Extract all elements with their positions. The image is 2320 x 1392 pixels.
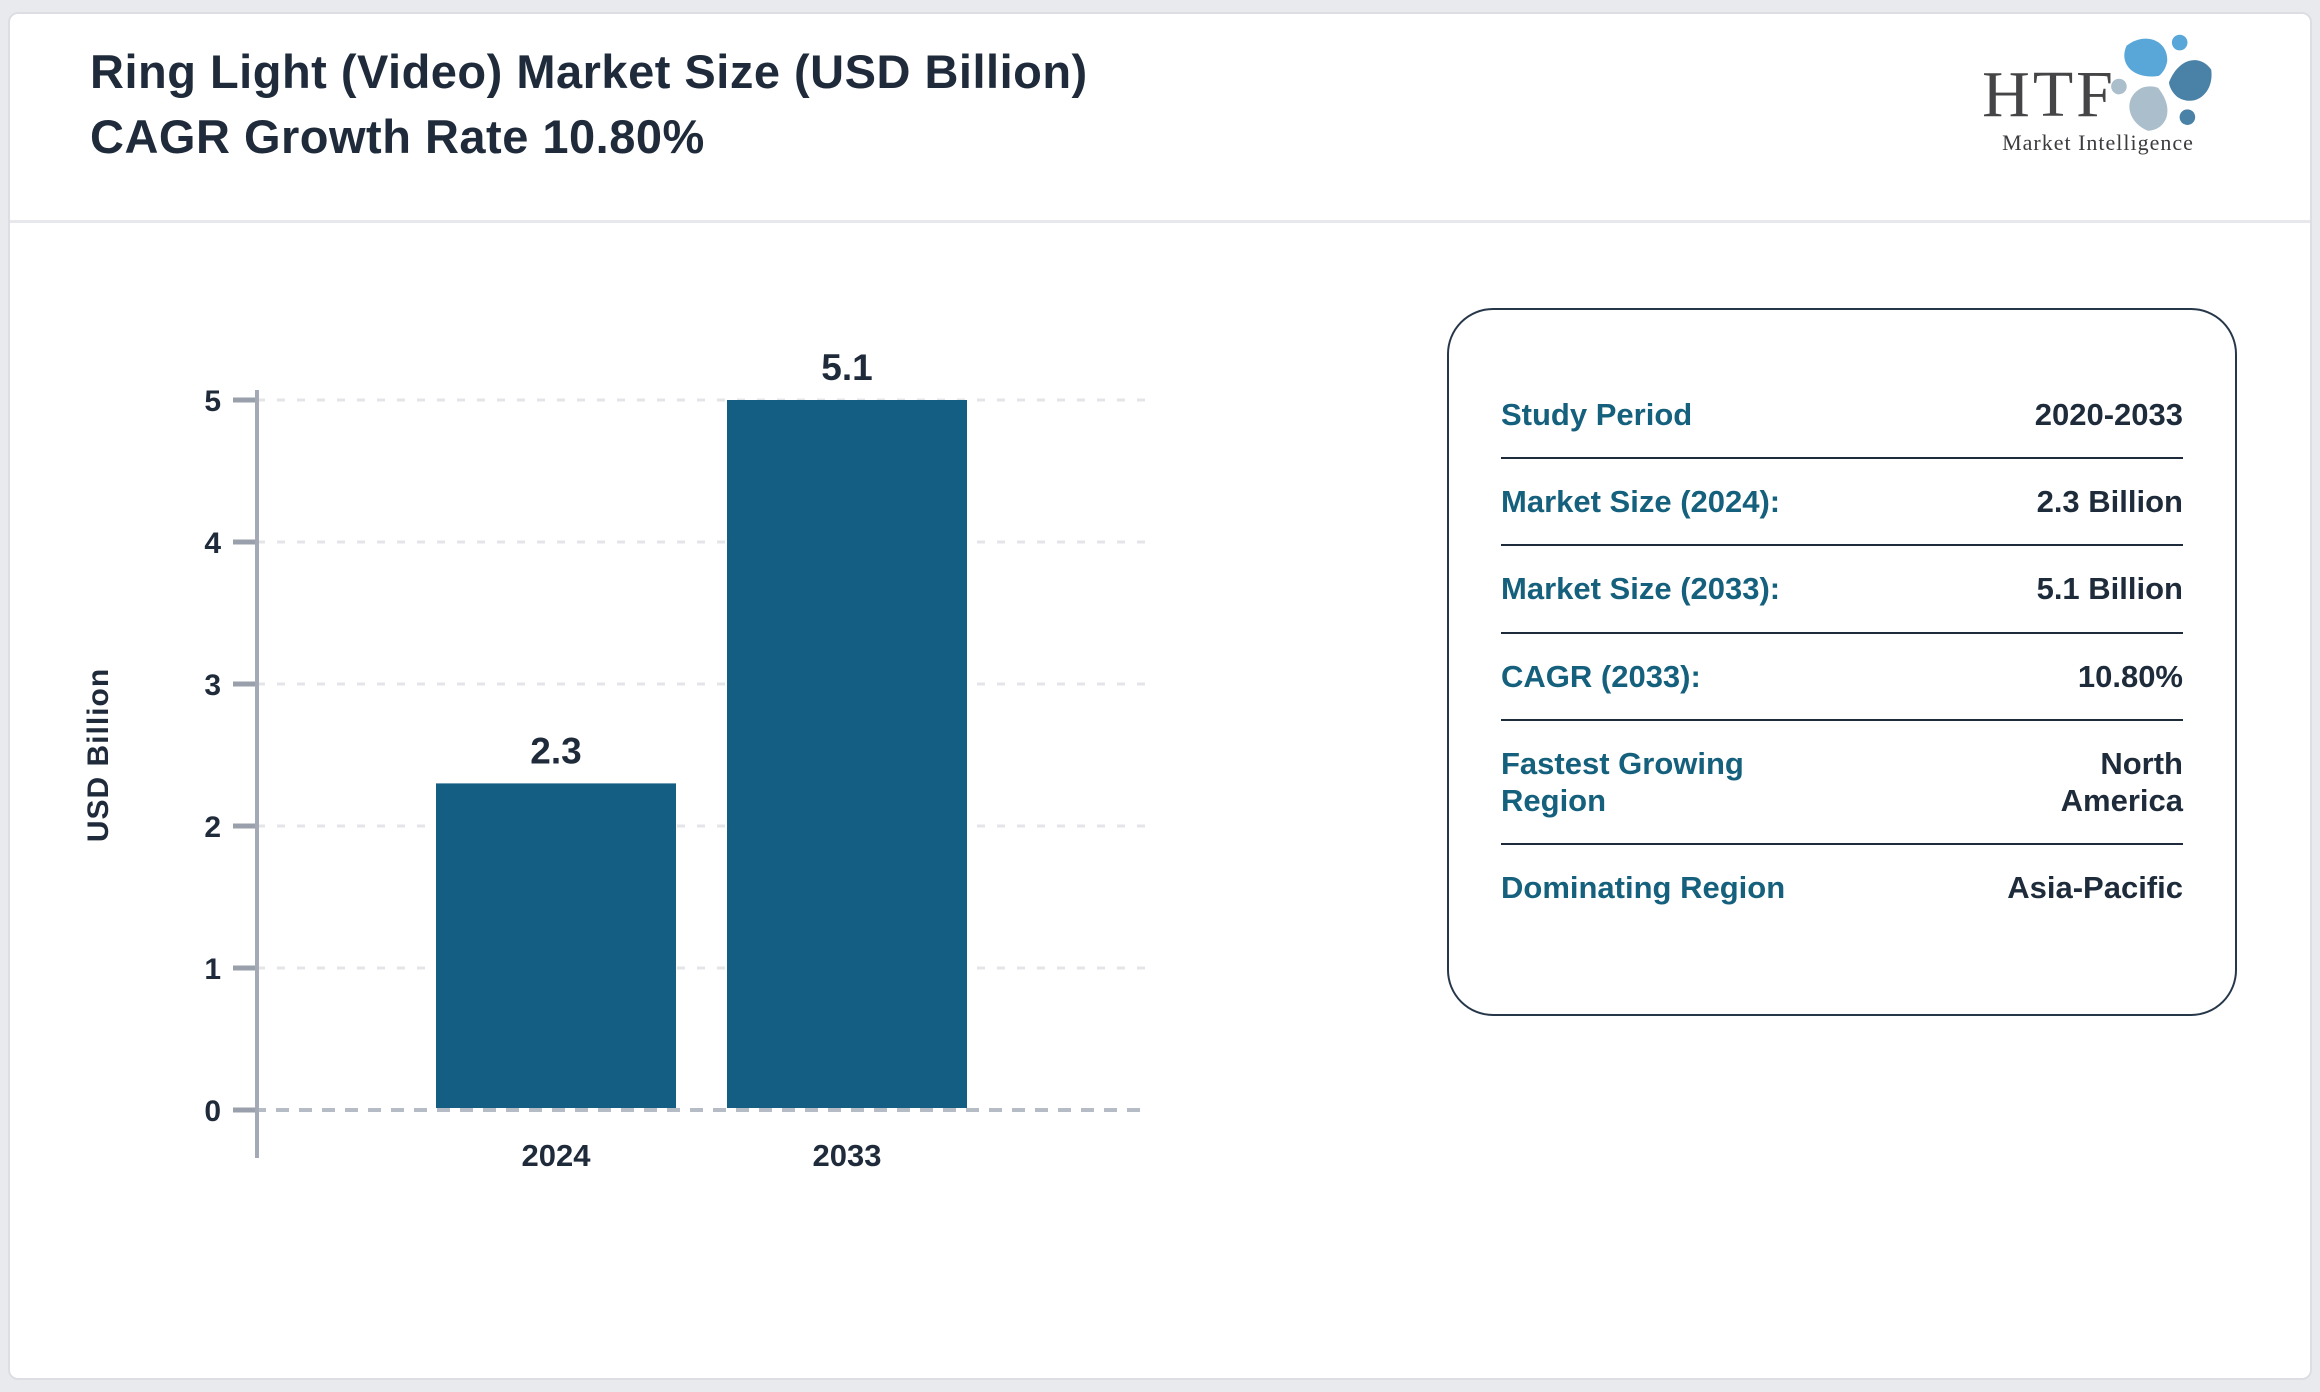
page-title-line2: CAGR Growth Rate 10.80%	[90, 109, 705, 163]
bar-2033	[727, 400, 967, 1110]
info-label: Dominating Region	[1501, 870, 1786, 906]
htf-logo-row: HTF	[1938, 28, 2258, 131]
info-row-cagr: CAGR (2033): 10.80%	[1501, 634, 2183, 721]
page: { "header": { "title_line1": "Ring Light…	[0, 0, 2320, 1392]
page-title: Ring Light (Video) Market Size (USD Bill…	[90, 40, 1088, 170]
info-value: 5.1 Billion	[2036, 571, 2183, 607]
htf-logo: HTF Market Intelligence	[1938, 28, 2258, 156]
info-label: Study Period	[1501, 397, 1693, 432]
info-value: Asia-Pacific	[2007, 870, 2183, 906]
info-card: Study Period 2020-2033 Market Size (2024…	[1447, 308, 2237, 1016]
info-value: 10.80%	[2077, 658, 2183, 694]
bar-chart: 2.3 2024 5.1 2033 0 1 2 3 4 5 USD Billion	[82, 347, 1150, 1173]
y-tick-label: 3	[204, 669, 221, 702]
htf-logo-tagline: Market Intelligence	[2002, 130, 2194, 155]
y-tick-label: 1	[204, 953, 221, 986]
info-label: Fastest Growing Region	[1501, 745, 1744, 818]
y-axis-title: USD Billion	[82, 668, 115, 842]
htf-logo-text: HTF	[1982, 58, 2116, 131]
info-value: 2.3 Billion	[2036, 484, 2183, 520]
info-label: CAGR (2033):	[1501, 658, 1701, 694]
info-row-study-period: Study Period 2020-2033	[1501, 372, 2183, 460]
info-row-market-size-2033: Market Size (2033): 5.1 Billion	[1501, 546, 2183, 634]
content-panel: Ring Light (Video) Market Size (USD Bill…	[8, 12, 2312, 1380]
header-divider	[10, 220, 2310, 223]
x-tick-label: 2033	[813, 1138, 882, 1173]
info-row-market-size-2024: Market Size (2024): 2.3 Billion	[1501, 459, 2183, 547]
info-row-dominating-region: Dominating Region Asia-Pacific	[1501, 845, 2183, 930]
y-tick-label: 5	[204, 385, 221, 418]
bar-value-label: 2.3	[530, 730, 581, 771]
page-title-line1: Ring Light (Video) Market Size (USD Bill…	[90, 45, 1088, 98]
bar-2024	[436, 783, 676, 1110]
y-tick-label: 2	[204, 811, 221, 844]
htf-triskelion-icon	[2110, 34, 2212, 131]
info-label: Market Size (2033):	[1501, 571, 1781, 607]
x-tick-label: 2024	[522, 1138, 592, 1173]
info-label: Market Size (2024):	[1501, 484, 1781, 520]
info-value: 2020-2033	[2034, 397, 2183, 432]
bar-value-label: 5.1	[821, 347, 872, 388]
info-value: North America	[2060, 745, 2183, 818]
info-row-fastest-growing-region: Fastest Growing Region North America	[1501, 721, 2183, 846]
y-tick-label: 0	[204, 1095, 221, 1128]
y-tick-label: 4	[204, 527, 221, 560]
